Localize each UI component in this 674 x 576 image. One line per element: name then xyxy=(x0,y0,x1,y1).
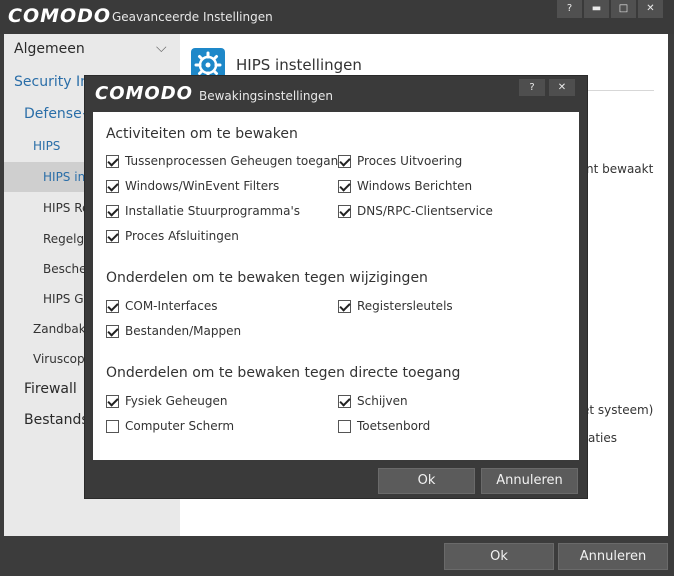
content-text-fragment: aties xyxy=(588,431,618,445)
minimize-button[interactable]: ▬ xyxy=(583,0,609,18)
checkbox-checked-icon[interactable] xyxy=(106,324,119,338)
checkbox-checked-icon[interactable] xyxy=(338,154,351,168)
checkbox-keyboard[interactable]: Toetsenbord xyxy=(338,419,430,433)
checkbox-checked-icon[interactable] xyxy=(106,394,119,408)
sidebar-item-algemeen[interactable]: Algemeen ⌵ xyxy=(4,40,180,68)
dialog-help-button[interactable]: ? xyxy=(519,79,545,96)
checkbox-physical-memory[interactable]: Fysiek Geheugen xyxy=(106,394,228,408)
checkbox-dns-rpc[interactable]: DNS/RPC-Clientservice xyxy=(338,204,493,218)
checkbox-unchecked-icon[interactable] xyxy=(106,419,119,433)
page-title: HIPS instellingen xyxy=(236,56,362,74)
dialog-ok-button[interactable]: Ok xyxy=(378,468,475,494)
checkbox-checked-icon[interactable] xyxy=(106,204,119,218)
section-title: Onderdelen om te bewaken tegen directe t… xyxy=(106,365,461,381)
sidebar-item-label: HIPS xyxy=(33,139,61,153)
checkbox-checked-icon[interactable] xyxy=(106,229,119,243)
checkbox-interprocess-memory[interactable]: Tussenprocessen Geheugen toegang xyxy=(106,154,346,168)
checkbox-disks[interactable]: Schijven xyxy=(338,394,408,408)
maximize-button[interactable]: □ xyxy=(610,0,636,18)
checkbox-unchecked-icon[interactable] xyxy=(338,419,351,433)
checkbox-checked-icon[interactable] xyxy=(338,204,351,218)
checkbox-process-execution[interactable]: Proces Uitvoering xyxy=(338,154,462,168)
comodo-logo: COMODO xyxy=(95,83,193,104)
sidebar-item-label: Zandbak xyxy=(33,322,86,336)
dialog-close-button[interactable]: ✕ xyxy=(549,79,575,96)
content-text-fragment: nt bewaakt xyxy=(586,162,654,176)
chevron-down-icon: ⌵ xyxy=(156,40,167,56)
checkbox-checked-icon[interactable] xyxy=(338,394,351,408)
checkbox-files-folders[interactable]: Bestanden/Mappen xyxy=(106,324,241,338)
checkbox-checked-icon[interactable] xyxy=(338,179,351,193)
checkbox-driver-installation[interactable]: Installatie Stuurprogramma's xyxy=(106,204,300,218)
checkbox-com-interfaces[interactable]: COM-Interfaces xyxy=(106,299,217,313)
window-titlebar: COMODO Geavanceerde Instellingen ? ▬ □ ✕ xyxy=(0,0,674,34)
checkbox-checked-icon[interactable] xyxy=(338,299,351,313)
section-title: Onderdelen om te bewaken tegen wijziging… xyxy=(106,270,428,286)
checkbox-registry-keys[interactable]: Registersleutels xyxy=(338,299,453,313)
comodo-logo: COMODO xyxy=(8,5,112,27)
monitoring-settings-dialog: COMODO Bewakingsinstellingen ? ✕ Activit… xyxy=(85,76,587,498)
sidebar-item-label: Defense+ xyxy=(24,106,94,122)
cancel-button[interactable]: Annuleren xyxy=(558,543,668,570)
checkbox-checked-icon[interactable] xyxy=(106,179,119,193)
close-button[interactable]: ✕ xyxy=(637,0,663,18)
dialog-body: Activiteiten om te bewaken Tussenprocess… xyxy=(93,112,579,460)
sidebar-item-label: Firewall xyxy=(24,381,77,397)
checkbox-process-termination[interactable]: Proces Afsluitingen xyxy=(106,229,239,243)
checkbox-computer-screen[interactable]: Computer Scherm xyxy=(106,419,234,433)
help-button[interactable]: ? xyxy=(556,0,582,18)
dialog-cancel-button[interactable]: Annuleren xyxy=(481,468,578,494)
checkbox-checked-icon[interactable] xyxy=(106,154,119,168)
checkbox-winevent-filters[interactable]: Windows/WinEvent Filters xyxy=(106,179,279,193)
sidebar-item-label: Algemeen xyxy=(14,41,85,57)
sidebar-item-label: Viruscope xyxy=(33,352,93,366)
section-title: Activiteiten om te bewaken xyxy=(106,126,298,142)
checkbox-windows-messages[interactable]: Windows Berichten xyxy=(338,179,472,193)
dialog-title: Bewakingsinstellingen xyxy=(199,89,334,103)
checkbox-checked-icon[interactable] xyxy=(106,299,119,313)
window-footer: Ok Annuleren xyxy=(0,536,674,576)
window-title: Geavanceerde Instellingen xyxy=(112,10,273,24)
content-text-fragment: et systeem) xyxy=(582,403,654,417)
ok-button[interactable]: Ok xyxy=(444,543,554,570)
